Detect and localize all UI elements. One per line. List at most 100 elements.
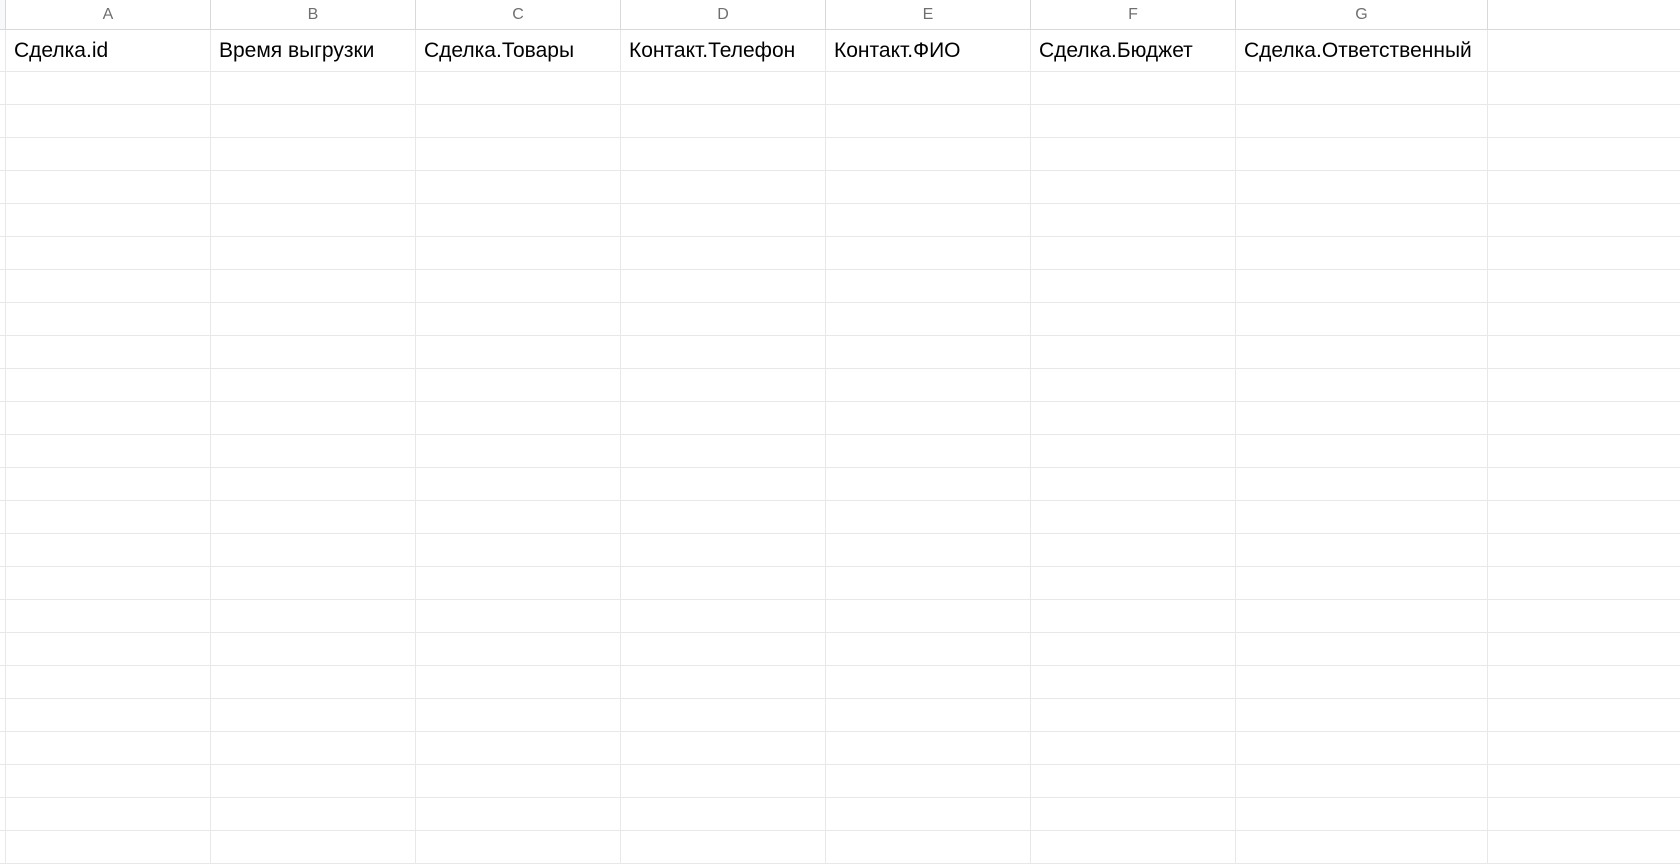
cell-F17[interactable] <box>1031 567 1236 599</box>
cell-G13[interactable] <box>1236 435 1488 467</box>
column-header-C[interactable]: C <box>416 0 621 29</box>
cell-E9[interactable] <box>826 303 1031 335</box>
cell-B14[interactable] <box>211 468 416 500</box>
cell-D2[interactable] <box>621 72 826 104</box>
cell-B16[interactable] <box>211 534 416 566</box>
cell-C14[interactable] <box>416 468 621 500</box>
cell-C7[interactable] <box>416 237 621 269</box>
cell-C18[interactable] <box>416 600 621 632</box>
cell-F10[interactable] <box>1031 336 1236 368</box>
cell-B20[interactable] <box>211 666 416 698</box>
cell-B21[interactable] <box>211 699 416 731</box>
cell-A15[interactable] <box>6 501 211 533</box>
cell-E22[interactable] <box>826 732 1031 764</box>
cell-A6[interactable] <box>6 204 211 236</box>
cell-F20[interactable] <box>1031 666 1236 698</box>
cell-B24[interactable] <box>211 798 416 830</box>
cell-F14[interactable] <box>1031 468 1236 500</box>
cell-E11[interactable] <box>826 369 1031 401</box>
cell-C16[interactable] <box>416 534 621 566</box>
cell-B18[interactable] <box>211 600 416 632</box>
cell-F5[interactable] <box>1031 171 1236 203</box>
cell-D16[interactable] <box>621 534 826 566</box>
cell-G11[interactable] <box>1236 369 1488 401</box>
cell-tail-16[interactable] <box>1488 534 1530 566</box>
cell-F7[interactable] <box>1031 237 1236 269</box>
cell-D22[interactable] <box>621 732 826 764</box>
cell-G7[interactable] <box>1236 237 1488 269</box>
cell-F15[interactable] <box>1031 501 1236 533</box>
cell-D17[interactable] <box>621 567 826 599</box>
cell-B1[interactable]: Время выгрузки <box>211 30 416 71</box>
cell-A18[interactable] <box>6 600 211 632</box>
cell-tail-17[interactable] <box>1488 567 1530 599</box>
cell-C24[interactable] <box>416 798 621 830</box>
cell-A20[interactable] <box>6 666 211 698</box>
cell-F13[interactable] <box>1031 435 1236 467</box>
cell-G5[interactable] <box>1236 171 1488 203</box>
cell-C20[interactable] <box>416 666 621 698</box>
cell-B17[interactable] <box>211 567 416 599</box>
cell-G17[interactable] <box>1236 567 1488 599</box>
column-header-A[interactable]: A <box>6 0 211 29</box>
column-header-tail[interactable] <box>1488 0 1530 29</box>
cell-C22[interactable] <box>416 732 621 764</box>
cell-F18[interactable] <box>1031 600 1236 632</box>
cell-D18[interactable] <box>621 600 826 632</box>
cell-tail-18[interactable] <box>1488 600 1530 632</box>
cell-tail-12[interactable] <box>1488 402 1530 434</box>
cell-F11[interactable] <box>1031 369 1236 401</box>
cell-F25[interactable] <box>1031 831 1236 863</box>
cell-C6[interactable] <box>416 204 621 236</box>
cell-D25[interactable] <box>621 831 826 863</box>
cell-C15[interactable] <box>416 501 621 533</box>
cell-D21[interactable] <box>621 699 826 731</box>
cell-F12[interactable] <box>1031 402 1236 434</box>
cell-F24[interactable] <box>1031 798 1236 830</box>
cell-A8[interactable] <box>6 270 211 302</box>
cell-G18[interactable] <box>1236 600 1488 632</box>
cell-F6[interactable] <box>1031 204 1236 236</box>
cell-B10[interactable] <box>211 336 416 368</box>
cell-F23[interactable] <box>1031 765 1236 797</box>
cell-E18[interactable] <box>826 600 1031 632</box>
cell-B7[interactable] <box>211 237 416 269</box>
cell-tail-7[interactable] <box>1488 237 1530 269</box>
cell-B8[interactable] <box>211 270 416 302</box>
cell-C21[interactable] <box>416 699 621 731</box>
cell-E6[interactable] <box>826 204 1031 236</box>
cell-D10[interactable] <box>621 336 826 368</box>
cell-tail-22[interactable] <box>1488 732 1530 764</box>
cell-B22[interactable] <box>211 732 416 764</box>
cell-E3[interactable] <box>826 105 1031 137</box>
cell-C10[interactable] <box>416 336 621 368</box>
cell-G25[interactable] <box>1236 831 1488 863</box>
cell-tail-24[interactable] <box>1488 798 1530 830</box>
cell-A7[interactable] <box>6 237 211 269</box>
cell-D15[interactable] <box>621 501 826 533</box>
cell-E4[interactable] <box>826 138 1031 170</box>
cell-A24[interactable] <box>6 798 211 830</box>
cell-tail-1[interactable] <box>1488 30 1530 71</box>
cell-B9[interactable] <box>211 303 416 335</box>
cell-A12[interactable] <box>6 402 211 434</box>
cell-A21[interactable] <box>6 699 211 731</box>
cell-G14[interactable] <box>1236 468 1488 500</box>
cell-C17[interactable] <box>416 567 621 599</box>
cell-F16[interactable] <box>1031 534 1236 566</box>
cell-D24[interactable] <box>621 798 826 830</box>
cell-C12[interactable] <box>416 402 621 434</box>
cell-C1[interactable]: Сделка.Товары <box>416 30 621 71</box>
cell-E23[interactable] <box>826 765 1031 797</box>
cell-tail-8[interactable] <box>1488 270 1530 302</box>
cell-G1[interactable]: Сделка.Ответственный <box>1236 30 1488 71</box>
cell-A10[interactable] <box>6 336 211 368</box>
cell-D12[interactable] <box>621 402 826 434</box>
cell-tail-21[interactable] <box>1488 699 1530 731</box>
cell-D20[interactable] <box>621 666 826 698</box>
cell-E21[interactable] <box>826 699 1031 731</box>
cell-E8[interactable] <box>826 270 1031 302</box>
cell-D6[interactable] <box>621 204 826 236</box>
cell-tail-6[interactable] <box>1488 204 1530 236</box>
cell-G4[interactable] <box>1236 138 1488 170</box>
